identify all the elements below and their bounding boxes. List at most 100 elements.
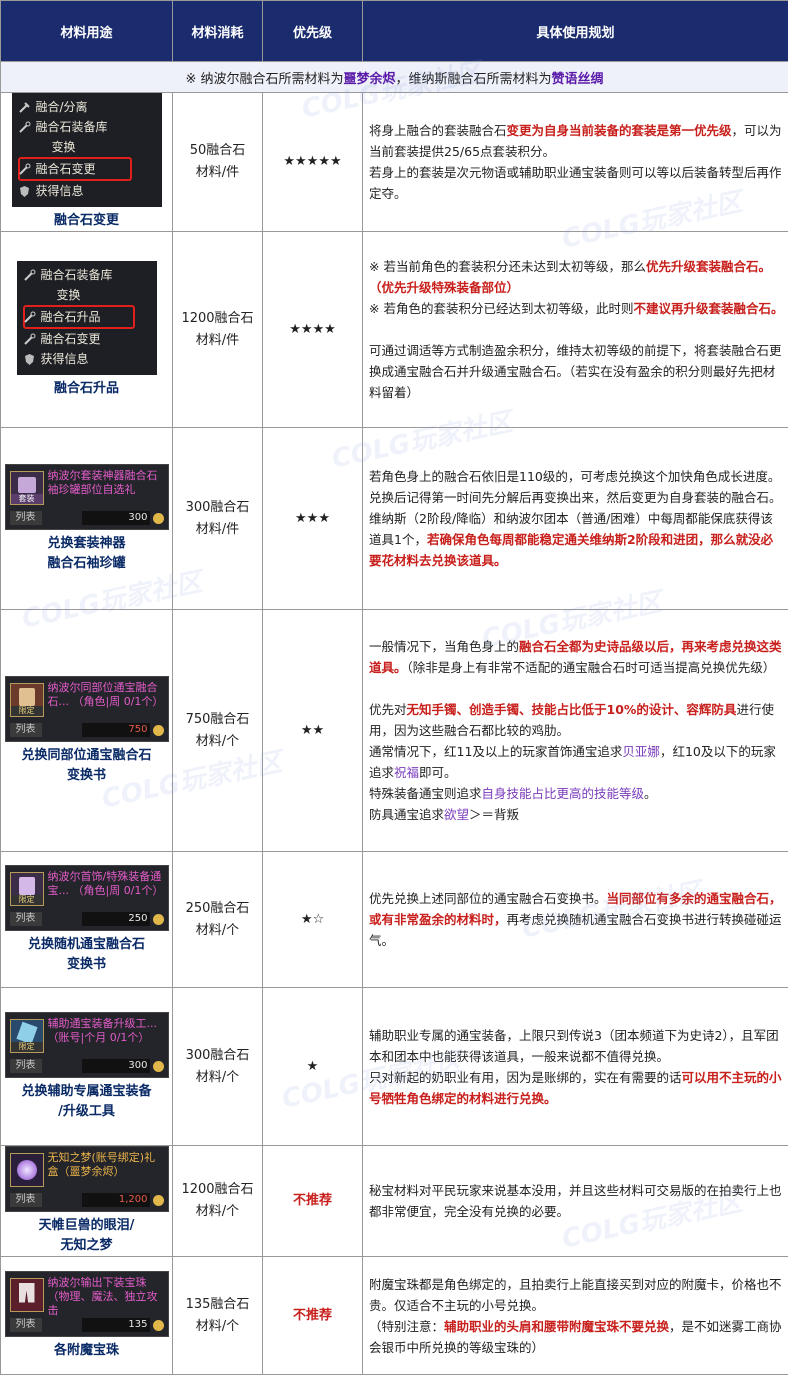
header-material-cost: 材料消耗	[173, 1, 263, 62]
material-name: 兑换同部位通宝融合石变换书	[1, 746, 172, 786]
coin-icon	[153, 725, 164, 736]
item-price: 300	[82, 1059, 150, 1073]
item-price: 1,200	[82, 1193, 150, 1207]
header-priority: 优先级	[263, 1, 363, 62]
priority-stars: ★★★★★	[283, 154, 341, 169]
item-card: 限定 纳波尔同部位通宝融合石... （角色|周 0/1个） 列表 750	[5, 676, 169, 742]
material-use-cell: 限定 纳波尔同部位通宝融合石... （角色|周 0/1个） 列表 750 兑换同…	[1, 610, 173, 852]
priority-cell: ★★	[263, 610, 363, 852]
not-recommended-label: 不推荐	[293, 1308, 332, 1323]
item-card-title: 纳波尔同部位通宝融合石... （角色|周 0/1个）	[48, 681, 164, 709]
list-label: 列表	[10, 1318, 42, 1332]
cost-cell: 1200融合石材料/件	[173, 232, 263, 428]
cost-cell: 300融合石材料/个	[173, 988, 263, 1146]
table-row: 融合/分离 融合石装备库 变换 融合石变更 获得信息 融合石变更 50融合石材料…	[1, 93, 788, 232]
table-row: 限定 纳波尔首饰/特殊装备通宝... （角色|周 0/1个） 列表 250 兑换…	[1, 852, 788, 988]
coin-icon	[153, 1320, 164, 1331]
item-card: 无知之梦(账号绑定)礼盒（噩梦余烬） 列表 1,200	[5, 1146, 169, 1212]
menu-item: 获得信息	[17, 349, 157, 369]
cost-cell: 250融合石材料/个	[173, 852, 263, 988]
shield-icon	[23, 352, 36, 365]
plan-cell: 优先兑换上述同部位的通宝融合石变换书。当同部位有多余的通宝融合石，或有非常盈余的…	[363, 852, 788, 988]
menu-item-highlighted: 融合石变更	[18, 157, 132, 181]
priority-cell: ★☆	[263, 852, 363, 988]
cost-cell: 135融合石材料/个	[173, 1257, 263, 1375]
not-recommended-label: 不推荐	[293, 1193, 332, 1208]
item-price: 250	[82, 912, 150, 926]
item-card-title: 辅助通宝装备升级工... （账号|个月 0/1个）	[48, 1017, 164, 1045]
table-row: 限定 纳波尔同部位通宝融合石... （角色|周 0/1个） 列表 750 兑换同…	[1, 610, 788, 852]
item-price: 750	[82, 723, 150, 737]
plan-cell: 辅助职业专属的通宝装备，上限只到传说3（团本频道下为史诗2），且军团本和团本中也…	[363, 988, 788, 1146]
material-use-cell: 融合石装备库 变换 融合石升品 融合石变更 获得信息 融合石升品	[1, 232, 173, 428]
item-card-title: 无知之梦(账号绑定)礼盒（噩梦余烬）	[48, 1151, 164, 1179]
plan-cell: 将身上融合的套装融合石变更为自身当前装备的套装是第一优先级，可以为当前套装提供2…	[363, 93, 788, 232]
list-label: 列表	[10, 511, 42, 525]
coin-icon	[153, 914, 164, 925]
priority-cell: 不推荐	[263, 1257, 363, 1375]
priority-cell: ★★★	[263, 428, 363, 610]
item-card: 限定 辅助通宝装备升级工... （账号|个月 0/1个） 列表 300	[5, 1012, 169, 1078]
menu-item: 融合/分离	[12, 97, 162, 117]
menu-item: 融合石装备库	[12, 117, 162, 137]
plan-cell: 秘宝材料对平民玩家来说基本没用，并且这些材料可交易版的在拍卖行上也都非常便宜，完…	[363, 1146, 788, 1257]
material-name: 融合石变更	[1, 211, 172, 231]
menu-item-highlighted: 融合石升品	[23, 305, 135, 329]
table-header-row: 材料用途 材料消耗 优先级 具体使用规划	[1, 1, 788, 62]
priority-stars: ★★★	[295, 511, 330, 526]
wrench-icon	[23, 268, 36, 281]
material-name: 兑换辅助专属通宝装备/升级工具	[1, 1082, 172, 1122]
plan-cell: 若角色身上的融合石依旧是110级的，可考虑兑换这个加快角色成长进度。兑换后记得第…	[363, 428, 788, 610]
notice-text: ※ 纳波尔融合石所需材料为噩梦余烬，维纳斯融合石所需材料为赞语丝绸	[1, 62, 788, 93]
item-card-title: 纳波尔首饰/特殊装备通宝... （角色|周 0/1个）	[48, 870, 164, 898]
material-name: 兑换随机通宝融合石变换书	[1, 935, 172, 975]
material-name: 各附魔宝珠	[1, 1341, 172, 1361]
table-row: 融合石装备库 变换 融合石升品 融合石变更 获得信息 融合石升品 1200融合石…	[1, 232, 788, 428]
table-row: 纳波尔输出下装宝珠（物理、魔法、独立攻击 列表 135 各附魔宝珠 135融合石…	[1, 1257, 788, 1375]
cost-cell: 300融合石材料/件	[173, 428, 263, 610]
cost-cell: 1200融合石材料/个	[173, 1146, 263, 1257]
header-usage-plan: 具体使用规划	[363, 1, 788, 62]
notice-row: ※ 纳波尔融合石所需材料为噩梦余烬，维纳斯融合石所需材料为赞语丝绸	[1, 62, 788, 93]
pants-icon	[10, 1278, 44, 1312]
hammer-icon	[18, 100, 31, 113]
priority-stars: ★★★★	[289, 322, 336, 337]
coin-icon	[153, 1195, 164, 1206]
item-card: 限定 纳波尔首饰/特殊装备通宝... （角色|周 0/1个） 列表 250	[5, 865, 169, 931]
menu-item: 变换	[12, 137, 162, 157]
wrench-icon	[18, 120, 31, 133]
priority-stars: ★★	[301, 723, 324, 738]
material-name: 兑换套装神器融合石袖珍罐	[1, 534, 172, 574]
list-label: 列表	[10, 1193, 42, 1207]
material-use-cell: 套装 纳波尔套装神器融合石袖珍罐部位自选礼 列表 300 兑换套装神器融合石袖珍…	[1, 428, 173, 610]
list-label: 列表	[10, 912, 42, 926]
priority-cell: 不推荐	[263, 1146, 363, 1257]
scroll-icon: 限定	[10, 683, 44, 717]
table-row: 无知之梦(账号绑定)礼盒（噩梦余烬） 列表 1,200 天帷巨兽的眼泪/无知之梦…	[1, 1146, 788, 1257]
table-row: 限定 辅助通宝装备升级工... （账号|个月 0/1个） 列表 300 兑换辅助…	[1, 988, 788, 1146]
wrench-icon	[18, 162, 31, 175]
coin-icon	[153, 1061, 164, 1072]
menu-item: 融合石装备库	[17, 265, 157, 285]
item-card-title: 纳波尔输出下装宝珠（物理、魔法、独立攻击	[48, 1276, 164, 1318]
plan-cell: 附魔宝珠都是角色绑定的，且拍卖行上能直接买到对应的附魔卡，价格也不贵。仅适合不主…	[363, 1257, 788, 1375]
material-use-cell: 限定 纳波尔首饰/特殊装备通宝... （角色|周 0/1个） 列表 250 兑换…	[1, 852, 173, 988]
wrench-icon	[23, 332, 36, 345]
orb-icon	[10, 1153, 44, 1187]
game-menu-screenshot: 融合石装备库 变换 融合石升品 融合石变更 获得信息	[17, 261, 157, 375]
game-menu-screenshot: 融合/分离 融合石装备库 变换 融合石变更 获得信息	[12, 93, 162, 207]
plan-cell: ※ 若当前角色的套装积分还未达到太初等级，那么优先升级套装融合石。（优先升级特殊…	[363, 232, 788, 428]
priority-cell: ★	[263, 988, 363, 1146]
priority-cell: ★★★★★	[263, 93, 363, 232]
list-label: 列表	[10, 723, 42, 737]
item-card: 纳波尔输出下装宝珠（物理、魔法、独立攻击 列表 135	[5, 1271, 169, 1337]
menu-item: 获得信息	[12, 181, 162, 201]
item-price: 300	[82, 511, 150, 525]
material-plan-table: 材料用途 材料消耗 优先级 具体使用规划 ※ 纳波尔融合石所需材料为噩梦余烬，维…	[0, 0, 788, 1375]
material-name: 天帷巨兽的眼泪/无知之梦	[1, 1216, 172, 1256]
material-use-cell: 纳波尔输出下装宝珠（物理、魔法、独立攻击 列表 135 各附魔宝珠	[1, 1257, 173, 1375]
material-use-cell: 无知之梦(账号绑定)礼盒（噩梦余烬） 列表 1,200 天帷巨兽的眼泪/无知之梦	[1, 1146, 173, 1257]
cost-cell: 50融合石材料/件	[173, 93, 263, 232]
header-material-use: 材料用途	[1, 1, 173, 62]
cost-cell: 750融合石材料/个	[173, 610, 263, 852]
